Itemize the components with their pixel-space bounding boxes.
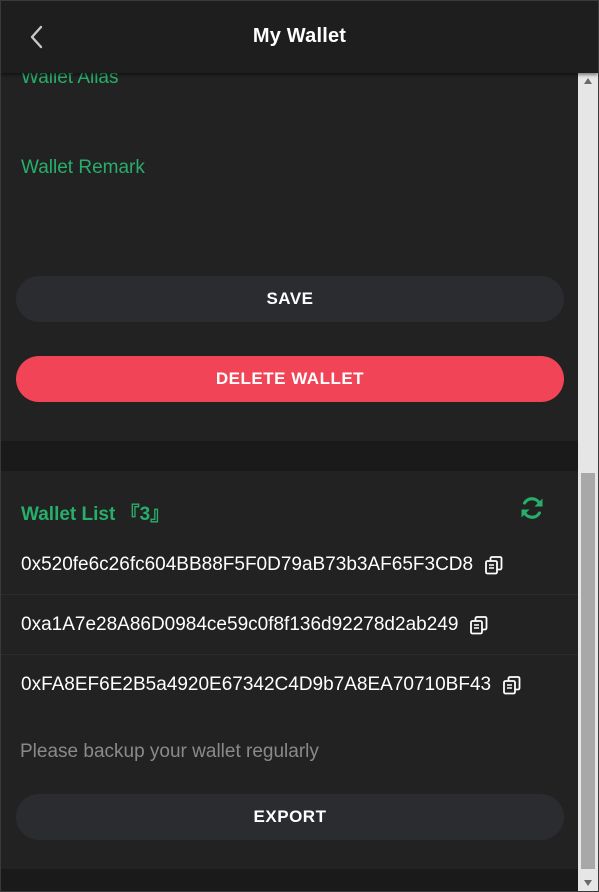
wallet-address: 0xFA8EF6E2B5a4920E67342C4D9b7A8EA70710BF… <box>21 674 492 695</box>
arrow-up-icon <box>584 78 592 84</box>
copy-icon <box>485 555 503 574</box>
save-button[interactable]: SAVE <box>16 276 564 322</box>
arrow-down-icon <box>584 880 592 886</box>
wallet-address-row: 0xa1A7e28A86D0984ce59c0f8f136d92278d2ab2… <box>1 595 579 655</box>
wallet-list-section: Wallet List 『3』 0x520fe6c26fc604BB88F5F0… <box>1 471 579 869</box>
top-bar: My Wallet <box>1 1 598 73</box>
wallet-remark-label: Wallet Remark <box>21 157 145 178</box>
wallet-address-row: 0x520fe6c26fc604BB88F5F0D79aB73b3AF65F3C… <box>1 535 579 595</box>
copy-icon <box>470 615 488 634</box>
wallet-edit-section: Wallet Alias Wallet Remark SAVE DELETE W… <box>1 73 579 441</box>
scrollbar-thumb[interactable] <box>581 473 595 869</box>
copy-address-button[interactable] <box>501 674 523 696</box>
wallet-list-title: Wallet List 『3』 <box>21 504 170 525</box>
copy-icon <box>503 676 521 695</box>
wallet-address: 0xa1A7e28A86D0984ce59c0f8f136d92278d2ab2… <box>21 613 459 635</box>
scroll-up-button[interactable] <box>578 73 598 89</box>
backup-reminder-text: Please backup your wallet regularly <box>20 741 319 762</box>
scroll-content: Wallet Alias Wallet Remark SAVE DELETE W… <box>1 73 579 891</box>
bottom-spacer <box>1 869 579 891</box>
refresh-icon <box>521 497 543 519</box>
delete-wallet-button[interactable]: DELETE WALLET <box>16 356 564 402</box>
section-divider <box>1 441 579 471</box>
wallet-alias-label: Wallet Alias <box>21 73 119 88</box>
wallet-address: 0x520fe6c26fc604BB88F5F0D79aB73b3AF65F3C… <box>21 553 474 575</box>
copy-address-button[interactable] <box>468 614 490 636</box>
app-window: My Wallet Wallet Alias Wallet Remark SAV… <box>0 0 599 892</box>
refresh-button[interactable] <box>519 495 545 521</box>
scroll-down-button[interactable] <box>578 875 598 891</box>
wallet-address-row: 0xFA8EF6E2B5a4920E67342C4D9b7A8EA70710BF… <box>1 655 579 715</box>
page-title: My Wallet <box>252 25 347 47</box>
export-button[interactable]: EXPORT <box>16 794 564 840</box>
vertical-scrollbar[interactable] <box>578 73 598 891</box>
copy-address-button[interactable] <box>483 554 505 576</box>
